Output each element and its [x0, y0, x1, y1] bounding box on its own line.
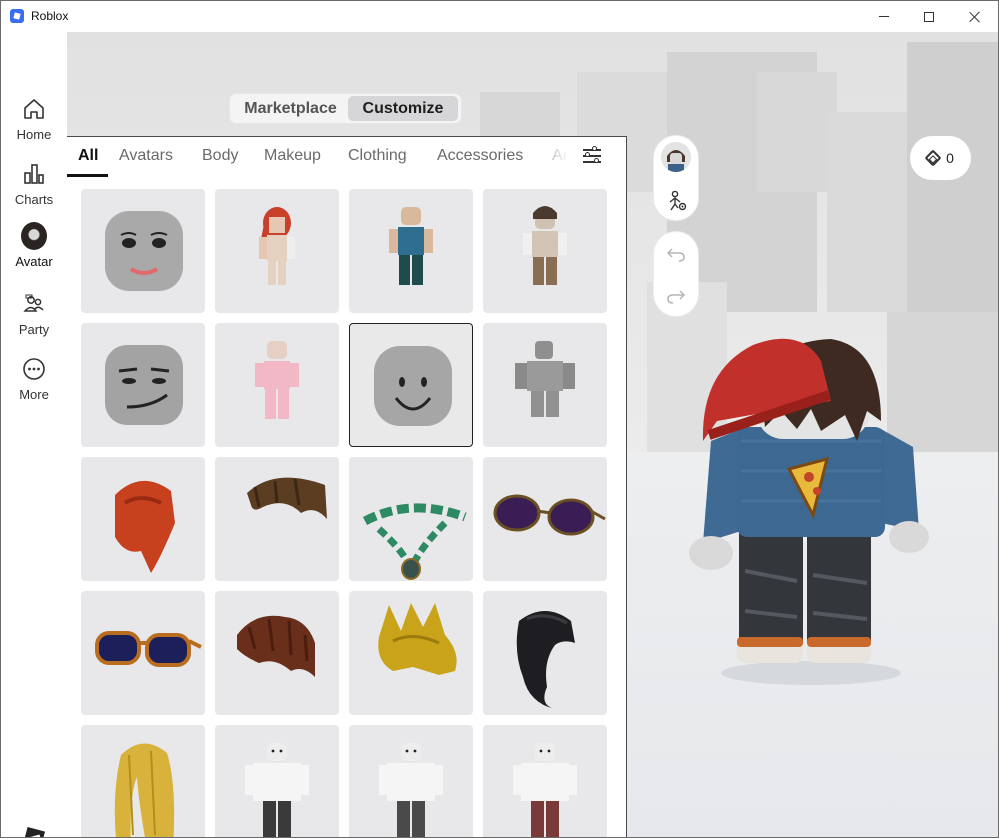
- tab-clothing[interactable]: Clothing: [348, 147, 407, 177]
- item-tile[interactable]: [215, 457, 339, 581]
- white-shirt-avatar-icon: [379, 743, 443, 837]
- smile-face-head-icon: [374, 346, 452, 426]
- white-shirt-avatar-icon: [245, 743, 309, 837]
- body-settings-icon: [669, 190, 687, 211]
- green-bead-necklace-icon: [362, 503, 467, 580]
- avatar-settings-button[interactable]: [666, 190, 688, 212]
- item-tile[interactable]: [483, 189, 607, 313]
- blonde-spiky-hair-icon: [378, 603, 457, 675]
- avatar-3d-preview[interactable]: [681, 331, 941, 691]
- brown-hair-avatar-icon: [523, 206, 567, 285]
- more-icon: [21, 356, 47, 382]
- inventory-panel: All Avatars Body Makeup Clothing Accesso…: [67, 136, 627, 837]
- nav-more[interactable]: More: [1, 356, 67, 416]
- nav-party[interactable]: Party: [1, 291, 67, 351]
- close-button[interactable]: [952, 1, 998, 32]
- active-tab-indicator: [67, 174, 108, 177]
- nav-avatar-label: Avatar: [15, 254, 53, 269]
- item-tile[interactable]: [483, 591, 607, 715]
- item-tile[interactable]: [349, 457, 473, 581]
- history-pill: [654, 232, 698, 316]
- nav-home-label: Home: [16, 127, 52, 142]
- brown-spiky-hair-icon: [237, 615, 315, 677]
- nav-avatar[interactable]: Avatar: [1, 222, 67, 283]
- nav-party-label: Party: [18, 322, 50, 337]
- charts-icon: [21, 161, 47, 187]
- party-icon: [21, 291, 47, 317]
- orange-sunglasses-icon: [95, 631, 202, 667]
- tab-avatars[interactable]: Avatars: [119, 147, 173, 177]
- maximize-button[interactable]: [906, 1, 952, 32]
- minimize-icon: [879, 16, 889, 17]
- item-tile[interactable]: [81, 189, 205, 313]
- tab-body[interactable]: Body: [202, 147, 238, 177]
- brown-messy-hair-icon: [247, 477, 327, 519]
- avatar-icon: [21, 222, 47, 250]
- roblox-app-icon: [10, 9, 24, 23]
- avatar-headshot-icon: [661, 142, 691, 172]
- category-tabs: All Avatars Body Makeup Clothing Accesso…: [67, 137, 579, 177]
- item-tile[interactable]: [81, 457, 205, 581]
- avatar-tools-pill: [654, 136, 698, 220]
- item-tile[interactable]: [215, 591, 339, 715]
- item-tile[interactable]: [81, 725, 205, 837]
- undo-icon: [666, 248, 685, 262]
- nav-charts-label: Charts: [14, 192, 54, 207]
- undo-button[interactable]: [666, 244, 686, 264]
- item-tile[interactable]: [215, 189, 339, 313]
- item-tile[interactable]: [349, 189, 473, 313]
- marketplace-customize-switch: Marketplace Customize: [229, 93, 462, 124]
- roblox-logo-icon[interactable]: [22, 826, 46, 837]
- robux-icon: [924, 149, 942, 167]
- home-icon: [21, 96, 47, 122]
- item-tile[interactable]: [81, 323, 205, 447]
- nav-charts[interactable]: Charts: [1, 161, 67, 221]
- smiling-face-head-icon: [105, 211, 183, 291]
- redo-button[interactable]: [666, 286, 686, 306]
- nav-home[interactable]: Home: [1, 96, 67, 156]
- gray-blocky-avatar-icon: [515, 341, 575, 417]
- item-tile[interactable]: [215, 725, 339, 837]
- tabs-fade: [527, 137, 579, 177]
- red-ponytail-hair-icon: [115, 480, 175, 573]
- close-icon: [969, 11, 981, 23]
- aviator-sunglasses-icon: [493, 494, 606, 536]
- customize-tab-button[interactable]: Customize: [348, 96, 458, 121]
- blue-shirt-avatar-icon: [389, 207, 433, 285]
- item-tile[interactable]: [349, 725, 473, 837]
- tab-accessories[interactable]: Accessories: [437, 147, 523, 177]
- white-shirt-avatar-icon: [513, 743, 577, 837]
- item-tile[interactable]: [215, 323, 339, 447]
- tab-makeup[interactable]: Makeup: [264, 147, 321, 177]
- item-tile[interactable]: [349, 591, 473, 715]
- item-tile-selected[interactable]: [349, 323, 473, 447]
- roblox-window: Roblox Home Charts Avatar Party More Mar…: [0, 0, 999, 838]
- left-nav: Home Charts Avatar Party More: [1, 32, 67, 837]
- robux-balance-button[interactable]: 0: [910, 136, 971, 180]
- item-tile[interactable]: [483, 323, 607, 447]
- redo-icon: [667, 290, 686, 304]
- marketplace-tab-button[interactable]: Marketplace: [234, 96, 347, 121]
- title-bar: Roblox: [1, 1, 998, 32]
- pink-outfit-avatar-icon: [255, 341, 299, 419]
- item-tile[interactable]: [483, 457, 607, 581]
- avatar-headshot-button[interactable]: [661, 142, 691, 172]
- maximize-icon: [924, 11, 934, 22]
- black-long-hair-icon: [516, 611, 575, 709]
- smirk-face-head-icon: [105, 345, 183, 425]
- minimize-button[interactable]: [861, 1, 907, 32]
- red-hair-girl-avatar-icon: [259, 207, 295, 285]
- blonde-long-hair-icon: [114, 743, 175, 837]
- item-tile[interactable]: [483, 725, 607, 837]
- filter-button[interactable]: [581, 145, 605, 167]
- item-tile[interactable]: [81, 591, 205, 715]
- window-title: Roblox: [31, 9, 69, 23]
- nav-more-label: More: [19, 387, 49, 402]
- tab-all[interactable]: All: [78, 147, 98, 177]
- robux-amount: 0: [946, 150, 954, 166]
